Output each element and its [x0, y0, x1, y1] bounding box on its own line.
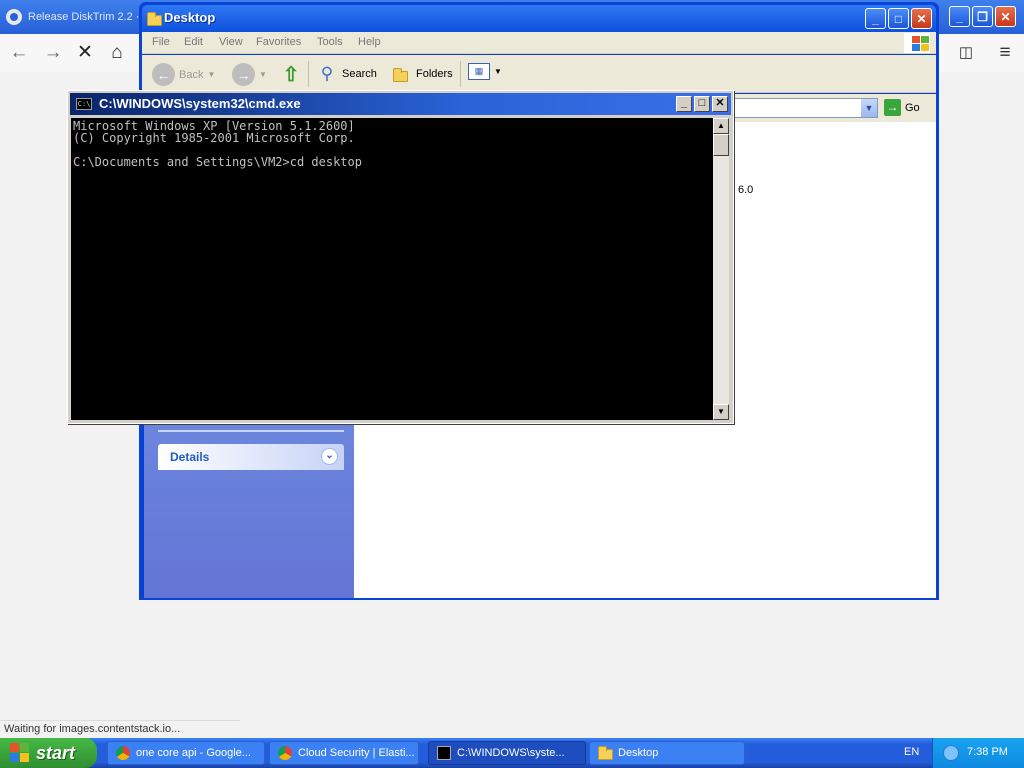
maximize-icon[interactable]: □ — [694, 96, 710, 112]
cmd-scrollbar[interactable]: ▲ ▼ — [713, 118, 729, 420]
views-button[interactable]: ▦ ▼ — [468, 63, 502, 80]
taskbar-item-label: Desktop — [618, 747, 659, 759]
taskbar: start one core api - Google... Cloud Sec… — [0, 738, 1024, 768]
sidebar-icon[interactable]: ◫ — [955, 42, 977, 64]
details-label: Details — [170, 450, 210, 464]
dropdown-arrow-icon: ▼ — [207, 70, 216, 79]
file-detail-text: 6.0 — [738, 184, 754, 196]
go-label: Go — [905, 101, 920, 114]
chevron-down-icon[interactable]: ⌄ — [321, 448, 338, 465]
cmd-icon: C:\ — [76, 98, 92, 110]
folder-icon — [598, 746, 613, 760]
console-prompt-line: C:\Documents and Settings\VM2>cd desktop — [73, 155, 362, 169]
close-icon[interactable]: ✕ — [995, 6, 1016, 27]
scroll-thumb[interactable] — [713, 134, 729, 156]
up-folder-button[interactable]: ⇧ — [280, 63, 302, 86]
menu-file[interactable]: File — [152, 36, 170, 48]
search-button[interactable]: ⚲ Search — [316, 63, 377, 85]
cmd-icon — [437, 746, 451, 760]
home-icon[interactable]: ⌂ — [106, 42, 128, 64]
network-icon[interactable] — [943, 745, 959, 761]
start-button[interactable]: start — [0, 738, 97, 768]
views-icon: ▦ — [468, 63, 490, 80]
cmd-titlebar[interactable]: C:\ C:\WINDOWS\system32\cmd.exe _ □ ✕ — [70, 93, 731, 115]
taskbar-item-label: one core api - Google... — [136, 747, 251, 759]
stop-icon[interactable]: ✕ — [74, 42, 96, 64]
taskbar-item-cmd[interactable]: C:\WINDOWS\syste... — [428, 741, 586, 765]
toolbar-divider — [308, 61, 309, 87]
console-line: (C) Copyright 1985-2001 Microsoft Corp. — [73, 131, 355, 145]
browser-status-bar: Waiting for images.contentstack.io... — [0, 720, 240, 738]
explorer-window-controls: _ □ ✕ — [865, 8, 932, 29]
explorer-titlebar[interactable]: Desktop _ □ ✕ — [142, 5, 936, 32]
language-indicator[interactable]: EN — [904, 746, 919, 758]
cmd-console[interactable]: Microsoft Windows XP [Version 5.1.2600](… — [71, 118, 713, 420]
menu-tools[interactable]: Tools — [317, 36, 343, 48]
github-icon — [6, 9, 22, 25]
windows-logo-icon — [10, 743, 30, 763]
folders-button[interactable]: Folders — [390, 63, 453, 85]
menu-edit[interactable]: Edit — [184, 36, 203, 48]
windows-flag-icon — [904, 33, 930, 53]
folder-icon — [147, 12, 162, 26]
search-icon: ⚲ — [320, 64, 334, 83]
taskbar-item-label: Cloud Security | Elasti... — [298, 747, 415, 759]
go-arrow-icon: → — [884, 99, 901, 116]
cmd-window: C:\ C:\WINDOWS\system32\cmd.exe _ □ ✕ Mi… — [67, 90, 734, 424]
close-icon[interactable]: ✕ — [712, 96, 728, 112]
cmd-window-controls: _ □ ✕ — [676, 96, 728, 112]
menu-help[interactable]: Help — [358, 36, 381, 48]
maximize-icon[interactable]: □ — [888, 8, 909, 29]
back-arrow-icon: ← — [152, 63, 175, 86]
browser-window-controls: _ ❐ ✕ — [949, 6, 1016, 27]
system-tray: 7:38 PM — [932, 738, 1024, 768]
back-arrow-icon[interactable]: ← — [8, 42, 30, 64]
scroll-down-icon[interactable]: ▼ — [713, 404, 729, 420]
browser-tab[interactable]: Release DiskTrim 2.2 · — [6, 6, 139, 28]
back-button[interactable]: ← Back ▼ — [152, 63, 215, 86]
dropdown-arrow-icon: ▼ — [259, 70, 267, 79]
taskbar-item-desktop[interactable]: Desktop — [589, 741, 745, 765]
task-pane-divider — [158, 430, 344, 432]
forward-button[interactable]: → ▼ — [232, 63, 267, 86]
minimize-icon[interactable]: _ — [949, 6, 970, 27]
dropdown-arrow-icon: ▼ — [494, 67, 502, 76]
chevron-down-icon[interactable]: ▼ — [861, 99, 877, 117]
folders-label: Folders — [416, 68, 453, 80]
clock: 7:38 PM — [967, 746, 1008, 758]
close-icon[interactable]: ✕ — [911, 8, 932, 29]
chrome-icon — [278, 746, 292, 760]
scroll-up-icon[interactable]: ▲ — [713, 118, 729, 134]
explorer-title: Desktop — [164, 10, 216, 25]
details-section-header[interactable]: Details ⌄ — [158, 444, 344, 470]
go-button[interactable]: → Go — [884, 99, 920, 116]
minimize-icon[interactable]: _ — [676, 96, 692, 112]
forward-arrow-icon: → — [232, 63, 255, 86]
folders-icon — [390, 63, 412, 85]
start-label: start — [36, 742, 76, 763]
search-label: Search — [342, 68, 377, 80]
minimize-icon[interactable]: _ — [865, 8, 886, 29]
forward-arrow-icon[interactable]: → — [42, 42, 64, 64]
chrome-icon — [116, 746, 130, 760]
browser-tab-title: Release DiskTrim 2.2 · — [28, 11, 140, 23]
taskbar-item-chrome-api[interactable]: one core api - Google... — [107, 741, 265, 765]
menu-favorites[interactable]: Favorites — [256, 36, 301, 48]
taskbar-item-label: C:\WINDOWS\syste... — [457, 747, 565, 759]
cmd-title: C:\WINDOWS\system32\cmd.exe — [99, 96, 301, 111]
menu-view[interactable]: View — [219, 36, 243, 48]
taskbar-item-chrome-elastic[interactable]: Cloud Security | Elasti... — [269, 741, 419, 765]
explorer-menubar: File Edit View Favorites Tools Help — [142, 32, 936, 54]
restore-icon[interactable]: ❐ — [972, 6, 993, 27]
back-label: Back — [179, 68, 204, 81]
menu-icon[interactable]: ≡ — [994, 42, 1016, 64]
explorer-toolbar: ← Back ▼ → ▼ ⇧ ⚲ Search Folders ▦ ▼ — [142, 55, 936, 93]
toolbar-divider — [460, 61, 461, 87]
up-arrow-icon: ⇧ — [282, 63, 300, 86]
